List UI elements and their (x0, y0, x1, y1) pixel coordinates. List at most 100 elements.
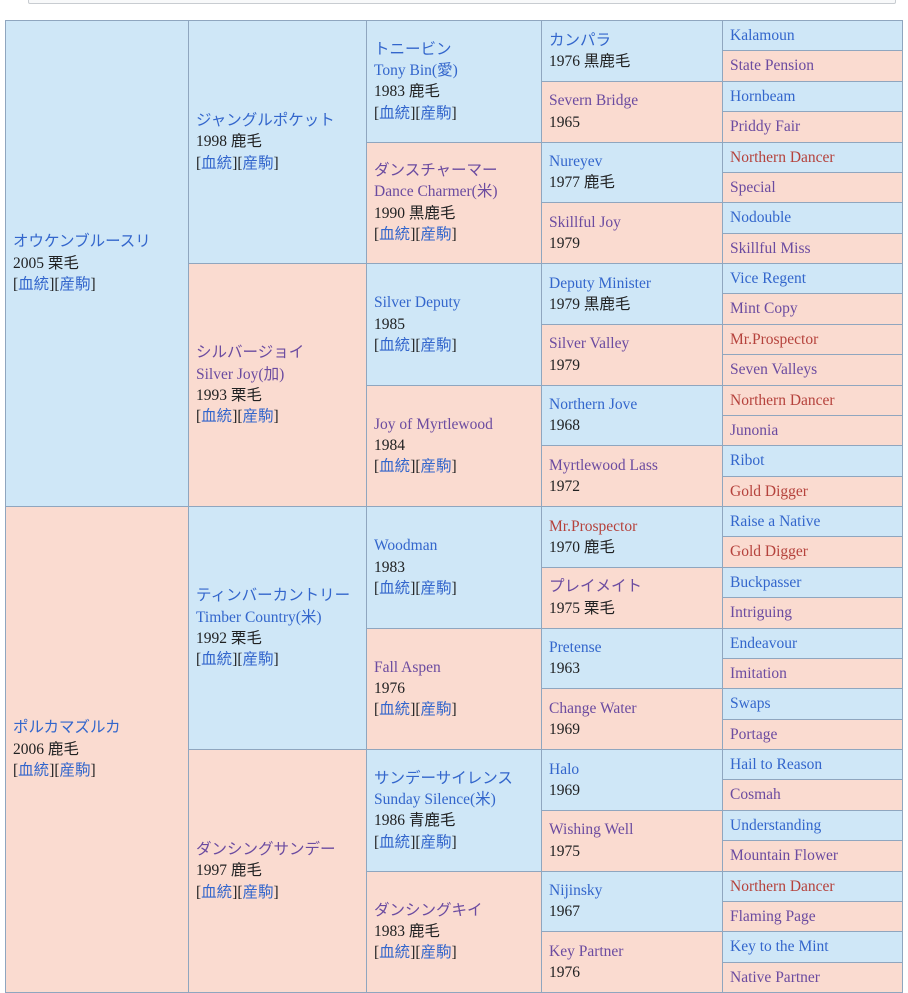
horse-name-link[interactable]: Gold Digger (730, 541, 895, 562)
offspring-link[interactable]: 産駒 (421, 834, 452, 851)
horse-name-link[interactable]: Mint Copy (730, 298, 895, 319)
pedigree-cell-gen5: Nodouble (722, 202, 903, 234)
horse-name-ja-link[interactable]: トニービン (374, 39, 534, 60)
horse-name-link[interactable]: Portage (730, 724, 895, 745)
horse-name-ja-link[interactable]: ジャングルポケット (196, 110, 359, 131)
pedigree-link[interactable]: 血統 (379, 458, 410, 475)
offspring-link[interactable]: 産駒 (243, 408, 274, 425)
pedigree-link[interactable]: 血統 (379, 834, 410, 851)
horse-name-en-link[interactable]: Silver Deputy (374, 292, 534, 313)
horse-name-ja-link[interactable]: ティンバーカントリー (196, 585, 359, 606)
pedigree-link[interactable]: 血統 (201, 651, 232, 668)
horse-name-link[interactable]: Seven Valleys (730, 359, 895, 380)
offspring-link[interactable]: 産駒 (421, 701, 452, 718)
horse-name-en-link[interactable]: Sunday Silence(米) (374, 789, 534, 810)
horse-name-en-link[interactable]: Northern Jove (549, 394, 715, 415)
horse-name-link[interactable]: Vice Regent (730, 268, 895, 289)
table-row: オウケンブルースリ 2005 栗毛 [血統][産駒] ジャングルポケット 1998 鹿毛… (5, 19, 903, 507)
pedigree-link[interactable]: 血統 (201, 155, 232, 172)
horse-name-en-link[interactable]: Tony Bin(愛) (374, 60, 534, 81)
pedigree-link[interactable]: 血統 (379, 105, 410, 122)
horse-name-link[interactable]: Swaps (730, 693, 895, 714)
horse-name-link[interactable]: Hornbeam (730, 86, 895, 107)
pedigree-cell-gen5: Mountain Flower (722, 840, 903, 872)
horse-name-en-link[interactable]: Fall Aspen (374, 657, 534, 678)
horse-name-ja-link[interactable]: オウケンブルースリ (13, 231, 181, 252)
horse-name-en-link[interactable]: Joy of Myrtlewood (374, 414, 534, 435)
horse-name-link[interactable]: Raise a Native (730, 511, 895, 532)
horse-year-coat: 1986 青鹿毛 (374, 812, 456, 830)
pedigree-link[interactable]: 血統 (379, 226, 410, 243)
horse-name-en-link[interactable]: Skillful Joy (549, 212, 715, 233)
horse-name-link[interactable]: Cosmah (730, 784, 895, 805)
offspring-link[interactable]: 産駒 (243, 884, 274, 901)
pedigree-link[interactable]: 血統 (379, 337, 410, 354)
horse-name-en-link[interactable]: Nijinsky (549, 880, 715, 901)
horse-year-coat: 1977 鹿毛 (549, 174, 615, 192)
horse-name-ja-link[interactable]: プレイメイト (549, 576, 715, 597)
pedigree-link[interactable]: 血統 (201, 884, 232, 901)
pedigree-link[interactable]: 血統 (379, 701, 410, 718)
horse-name-link[interactable]: Key to the Mint (730, 936, 895, 957)
horse-name-ja-link[interactable]: ダンシングキイ (374, 900, 534, 921)
horse-name-en-link[interactable]: Severn Bridge (549, 90, 715, 111)
offspring-link[interactable]: 産駒 (421, 337, 452, 354)
horse-name-ja-link[interactable]: カンパラ (549, 30, 715, 51)
pedigree-link[interactable]: 血統 (201, 408, 232, 425)
horse-name-ja-link[interactable]: ダンスチャーマー (374, 160, 534, 181)
horse-name-en-link[interactable]: Nureyev (549, 151, 715, 172)
horse-name-link[interactable]: Intriguing (730, 602, 895, 623)
horse-name-ja-link[interactable]: サンデーサイレンス (374, 768, 534, 789)
horse-name-en-link[interactable]: Wishing Well (549, 819, 715, 840)
horse-name-en-link[interactable]: Silver Valley (549, 333, 715, 354)
horse-name-en-link[interactable]: Timber Country(米) (196, 607, 359, 628)
offspring-link[interactable]: 産駒 (243, 155, 274, 172)
horse-name-link[interactable]: Flaming Page (730, 906, 895, 927)
pedigree-link[interactable]: 血統 (18, 276, 49, 293)
pedigree-link[interactable]: 血統 (379, 580, 410, 597)
offspring-link[interactable]: 産駒 (421, 580, 452, 597)
horse-name-link[interactable]: Priddy Fair (730, 116, 895, 137)
horse-name-link[interactable]: Native Partner (730, 967, 895, 988)
horse-name-en-link[interactable]: Change Water (549, 698, 715, 719)
horse-name-link[interactable]: Ribot (730, 450, 895, 471)
horse-name-link[interactable]: Northern Dancer (730, 390, 895, 411)
offspring-link[interactable]: 産駒 (243, 651, 274, 668)
horse-name-link[interactable]: Imitation (730, 663, 895, 684)
horse-name-link[interactable]: Mountain Flower (730, 845, 895, 866)
horse-name-en-link[interactable]: Woodman (374, 535, 534, 556)
offspring-link[interactable]: 産駒 (421, 458, 452, 475)
horse-name-link[interactable]: Kalamoun (730, 25, 895, 46)
horse-name-ja-link[interactable]: ダンシングサンデー (196, 839, 359, 860)
horse-name-en-link[interactable]: Dance Charmer(米) (374, 181, 534, 202)
horse-name-link[interactable]: Buckpasser (730, 572, 895, 593)
horse-name-link[interactable]: Gold Digger (730, 481, 895, 502)
offspring-link[interactable]: 産駒 (60, 762, 91, 779)
horse-name-link[interactable]: Junonia (730, 420, 895, 441)
horse-name-en-link[interactable]: Halo (549, 759, 715, 780)
offspring-link[interactable]: 産駒 (60, 276, 91, 293)
pedigree-link[interactable]: 血統 (379, 944, 410, 961)
offspring-link[interactable]: 産駒 (421, 226, 452, 243)
horse-name-ja-link[interactable]: ポルカマズルカ (13, 717, 181, 738)
horse-name-link[interactable]: Understanding (730, 815, 895, 836)
horse-name-link[interactable]: Nodouble (730, 207, 895, 228)
horse-name-link[interactable]: Hail to Reason (730, 754, 895, 775)
horse-name-en-link[interactable]: Silver Joy(加) (196, 364, 359, 385)
horse-name-ja-link[interactable]: シルバージョイ (196, 342, 359, 363)
horse-name-link[interactable]: Mr.Prospector (730, 329, 895, 350)
offspring-link[interactable]: 産駒 (421, 105, 452, 122)
horse-name-link[interactable]: State Pension (730, 55, 895, 76)
horse-name-link[interactable]: Endeavour (730, 633, 895, 654)
offspring-link[interactable]: 産駒 (421, 944, 452, 961)
horse-name-en-link[interactable]: Deputy Minister (549, 273, 715, 294)
horse-name-link[interactable]: Northern Dancer (730, 147, 895, 168)
horse-name-link[interactable]: Special (730, 177, 895, 198)
horse-name-en-link[interactable]: Myrtlewood Lass (549, 455, 715, 476)
horse-name-link[interactable]: Northern Dancer (730, 876, 895, 897)
horse-name-en-link[interactable]: Key Partner (549, 941, 715, 962)
horse-name-link[interactable]: Skillful Miss (730, 238, 895, 259)
pedigree-link[interactable]: 血統 (18, 762, 49, 779)
horse-name-en-link[interactable]: Mr.Prospector (549, 516, 715, 537)
horse-name-en-link[interactable]: Pretense (549, 637, 715, 658)
